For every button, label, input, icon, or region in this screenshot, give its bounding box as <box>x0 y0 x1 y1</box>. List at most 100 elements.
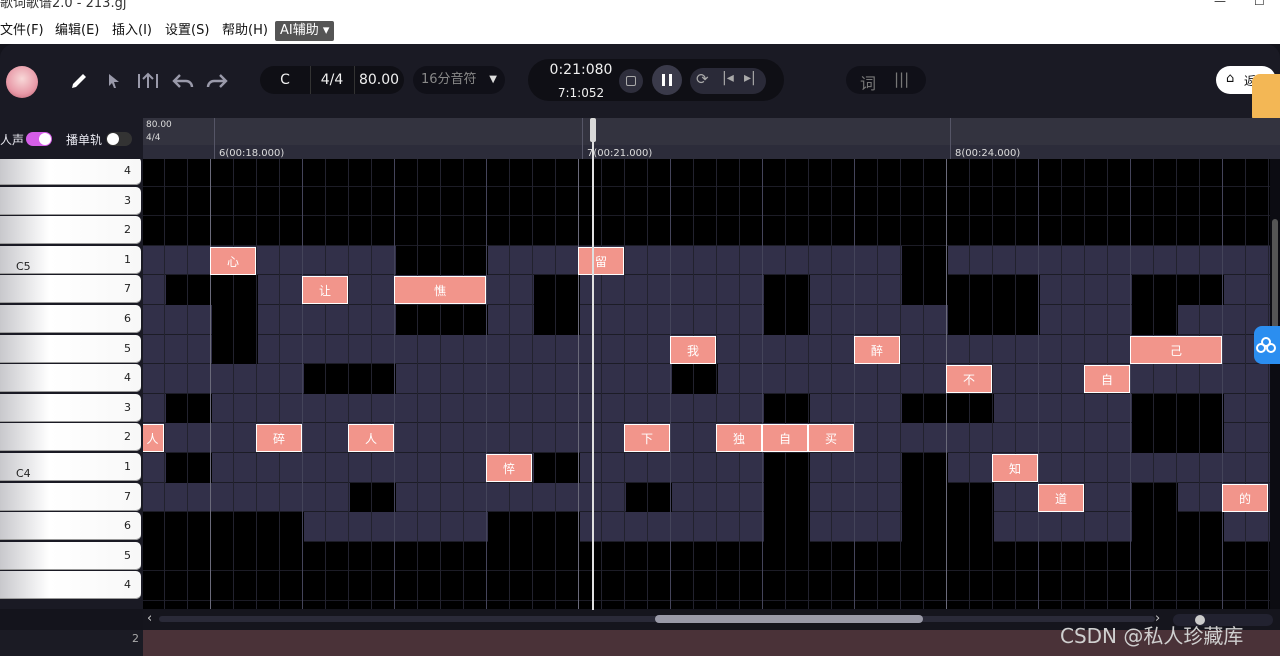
piano-key[interactable]: 5 <box>0 541 141 570</box>
piano-key[interactable]: 4 <box>0 159 141 185</box>
loop-start-icon[interactable]: |◂ <box>722 70 734 86</box>
lyric-note[interactable]: 碎 <box>256 424 302 453</box>
lyric-note[interactable]: 下 <box>624 424 670 453</box>
grid-line <box>555 159 556 609</box>
pointer-icon[interactable] <box>103 70 125 92</box>
piano-key[interactable]: 4 <box>0 364 141 393</box>
lyric-note[interactable]: 的 <box>1222 483 1268 512</box>
lyric-note[interactable]: 悴 <box>486 454 532 482</box>
key-degree: 1 <box>124 460 131 473</box>
lyric-note[interactable]: 让 <box>302 276 348 305</box>
key-degree: 4 <box>124 164 131 177</box>
menu-insert[interactable]: 插入(I) <box>112 21 152 41</box>
menu-ai-assist[interactable]: AI辅助 ▾ <box>275 21 335 41</box>
split-icon[interactable] <box>137 70 159 92</box>
lyric-note[interactable]: 自 <box>1084 365 1130 394</box>
empty-cell <box>764 275 810 305</box>
piano-key[interactable]: 3 <box>0 393 141 422</box>
watermark: CSDN @私人珍藏库 <box>1060 624 1244 648</box>
grid-line <box>877 159 878 609</box>
empty-cell <box>902 393 948 424</box>
undo-icon[interactable] <box>172 70 194 92</box>
solo-track-label: 播单轨 <box>66 133 103 147</box>
piano-key[interactable]: 7 <box>0 482 141 511</box>
avatar[interactable] <box>6 66 38 98</box>
lyrics-tool-group <box>846 66 926 94</box>
redo-icon[interactable] <box>206 70 228 92</box>
vertical-scrollbar[interactable] <box>1270 159 1280 609</box>
lyric-note[interactable]: 买 <box>808 424 854 453</box>
solo-track-toggle[interactable] <box>106 132 132 146</box>
menu-file[interactable]: 文件(F) <box>0 21 44 41</box>
piano-key[interactable]: 2 <box>0 216 141 245</box>
piano-key[interactable]: 4 <box>0 571 141 600</box>
lyric-note[interactable]: 醉 <box>854 335 900 364</box>
menu-help[interactable]: 帮助(H) <box>222 21 268 41</box>
grid-row <box>143 245 1273 276</box>
piano-key[interactable]: 2 <box>0 423 141 452</box>
grid-line <box>739 159 740 609</box>
menu-settings[interactable]: 设置(S) <box>165 21 209 41</box>
lyric-note[interactable]: 独 <box>716 424 762 453</box>
key-signature[interactable]: C <box>270 72 300 88</box>
pause-button[interactable] <box>652 65 682 95</box>
bars-icon[interactable]: ||| <box>894 70 909 88</box>
vertical-scroll-thumb[interactable] <box>1272 219 1278 329</box>
playhead[interactable] <box>590 118 596 610</box>
lyrics-button[interactable]: 词 <box>860 70 876 94</box>
grid-line <box>509 159 510 609</box>
lyric-note[interactable]: 我 <box>670 335 716 364</box>
maximize-icon[interactable]: ☐ <box>1254 0 1265 8</box>
grid-line <box>394 159 395 609</box>
empty-cell <box>948 275 1040 305</box>
time-display: 0:21:080 <box>549 62 613 78</box>
lyric-note[interactable]: 知 <box>992 454 1038 482</box>
loop-icon[interactable]: ⟳ <box>696 70 709 88</box>
piano-key[interactable]: 5 <box>0 334 141 363</box>
lyric-note[interactable]: 道 <box>1038 483 1084 512</box>
grid-line <box>486 159 487 609</box>
lyric-note[interactable]: 人 <box>143 424 164 453</box>
grid-line <box>325 159 326 609</box>
timeline-ruler[interactable]: 80.00 4/4 6(00:18.000) 7(00:21.000) 8(00… <box>143 118 1280 159</box>
lyric-note[interactable]: 不 <box>946 365 992 394</box>
piano-key[interactable]: 3 <box>0 186 141 215</box>
vocal-toggle[interactable] <box>26 132 52 146</box>
empty-cell <box>212 334 258 365</box>
menu-edit[interactable]: 编辑(E) <box>55 21 99 41</box>
stop-button[interactable] <box>619 69 643 93</box>
piano-key[interactable]: 7 <box>0 275 141 304</box>
lyric-note[interactable]: 己 <box>1130 335 1222 364</box>
lyric-note[interactable]: 留 <box>578 246 624 275</box>
share-icon[interactable] <box>1254 326 1280 364</box>
track-number: 2 <box>132 632 139 645</box>
lyric-note[interactable]: 自 <box>762 424 808 453</box>
grid-line <box>923 159 924 609</box>
playhead-handle[interactable] <box>590 118 596 142</box>
lyric-note[interactable]: 人 <box>348 424 394 453</box>
grid-line <box>256 159 257 609</box>
empty-cell <box>1132 423 1224 453</box>
horizontal-scroll-thumb[interactable] <box>655 615 923 623</box>
mascot-icon[interactable] <box>1252 74 1280 124</box>
lyric-note[interactable]: 憔 <box>394 276 486 305</box>
empty-cell <box>1132 275 1224 305</box>
grid-line <box>693 159 694 609</box>
piano-key[interactable]: 6 <box>0 512 141 541</box>
vocal-label: 人声 <box>0 133 25 147</box>
piano-roll-grid[interactable]: 人心碎让人憔悴留下我独自买醉不知道自己的 <box>143 159 1273 609</box>
time-signature[interactable]: 4/4 <box>315 72 349 88</box>
minimize-icon[interactable]: — <box>1214 0 1226 8</box>
lyric-note[interactable]: 心 <box>210 246 256 275</box>
tempo-value[interactable]: 80.00 <box>358 72 400 88</box>
piano-key[interactable]: 1 C4 <box>0 453 141 481</box>
grid-line <box>164 159 165 609</box>
pencil-icon[interactable] <box>68 70 90 92</box>
loop-end-icon[interactable]: ▸| <box>744 70 756 86</box>
key-degree: 5 <box>124 341 131 355</box>
piano-key[interactable]: 1 C5 <box>0 245 141 274</box>
piano-key[interactable]: 6 <box>0 305 141 333</box>
note-value-select[interactable]: 16分音符 ▼ <box>413 66 505 94</box>
octave-label-c4: C4 <box>16 467 31 480</box>
scroll-left-icon[interactable]: ‹ <box>147 611 152 626</box>
